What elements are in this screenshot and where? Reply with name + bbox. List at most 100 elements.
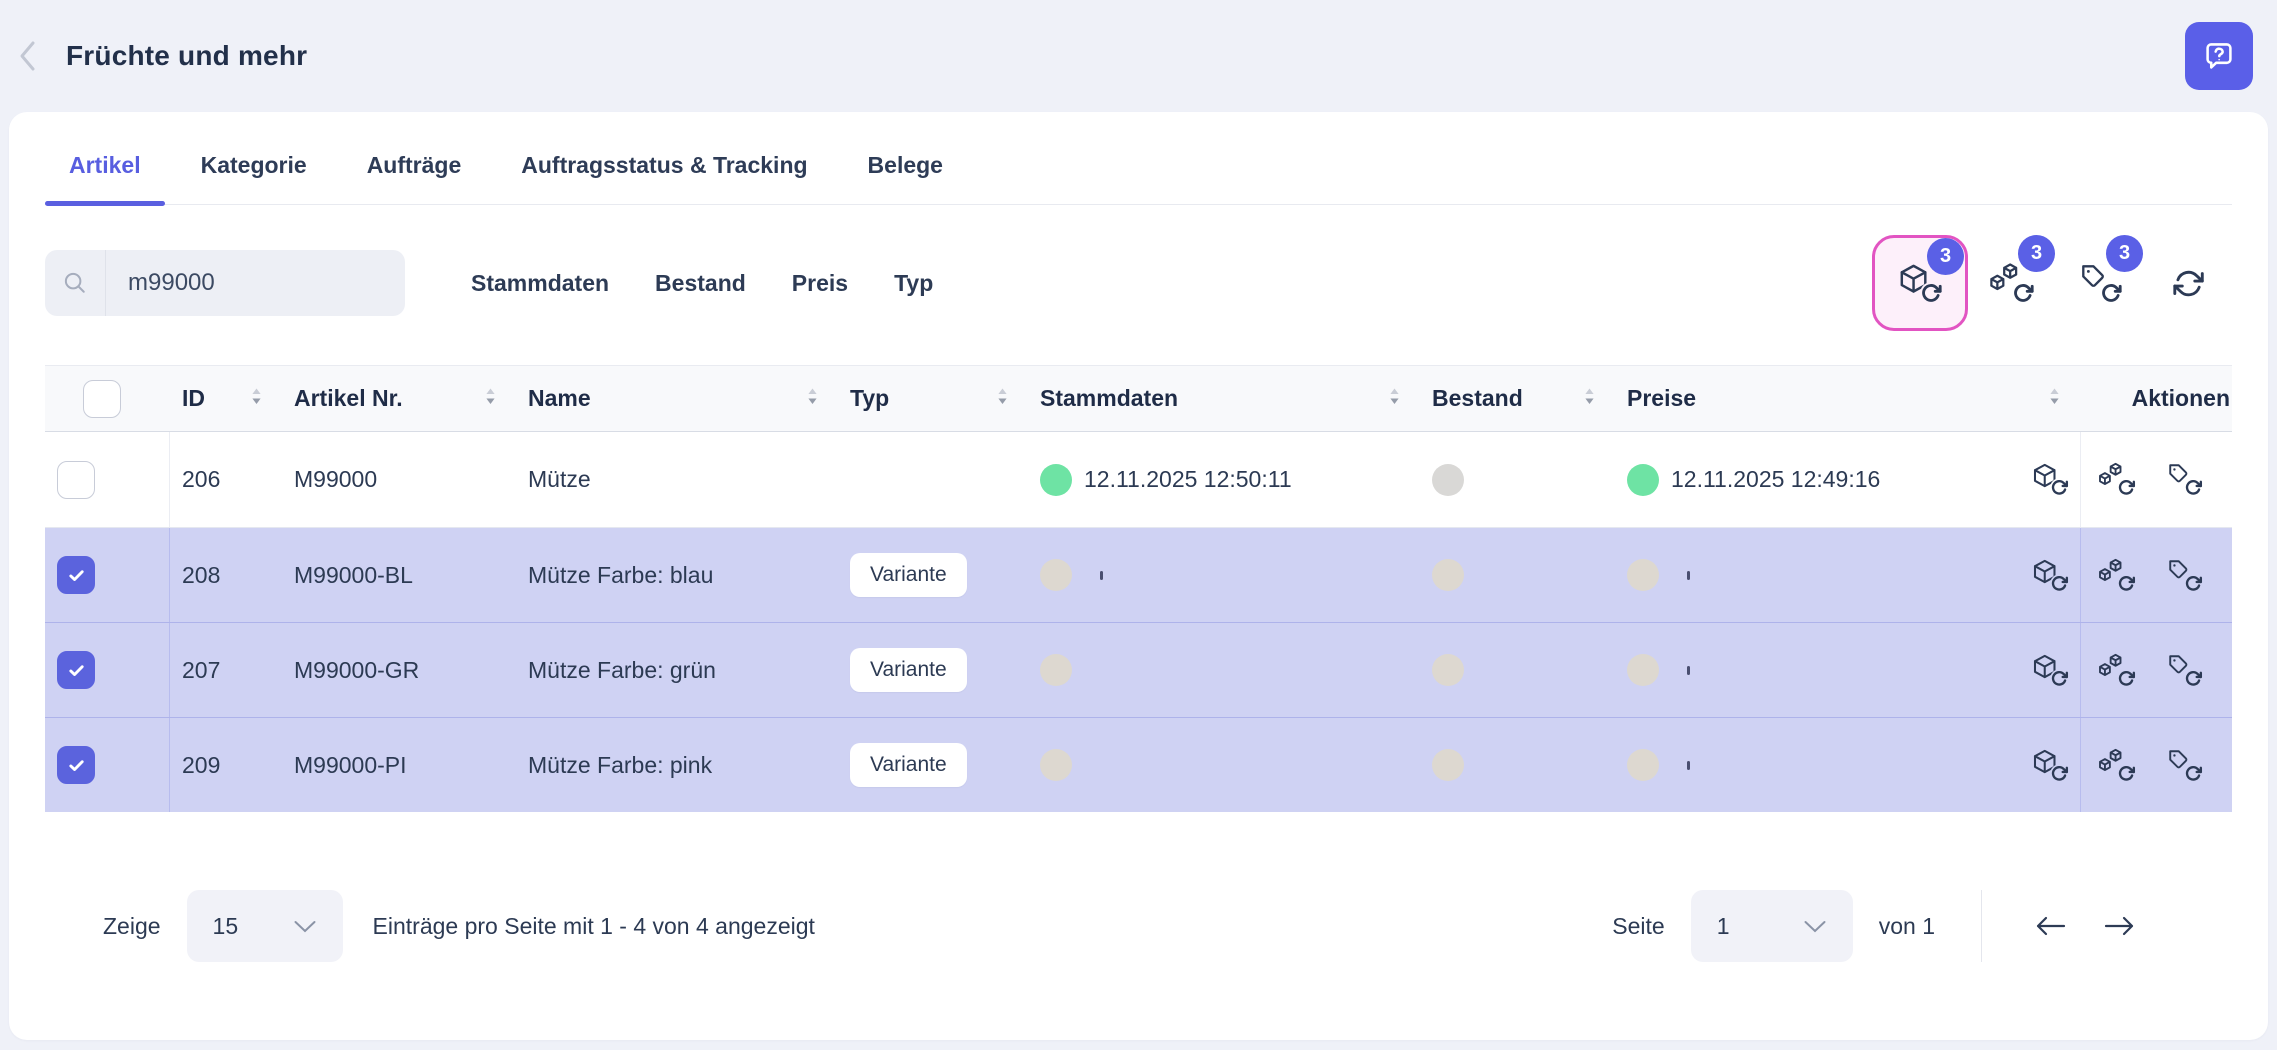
filter-typ[interactable]: Typ: [894, 270, 933, 297]
page-title: Früchte und mehr: [66, 40, 307, 72]
table-row[interactable]: 208 M99000-BL Mütze Farbe: blau Variante: [45, 527, 2232, 622]
cell-id: 208: [170, 528, 282, 622]
column-header-preise: Preise: [1627, 385, 1696, 412]
footer-divider: [1981, 890, 1982, 962]
previous-page-button[interactable]: [2028, 909, 2072, 943]
total-pages-label: von 1: [1879, 913, 1935, 940]
article-sync-badge: 3: [1927, 238, 1964, 275]
status-dot: [1040, 464, 1072, 496]
row-checkbox[interactable]: [57, 651, 95, 689]
price-sync-icon[interactable]: [2165, 651, 2204, 690]
refresh-button[interactable]: [2144, 235, 2232, 331]
row-checkbox[interactable]: [57, 556, 95, 594]
price-sync-icon[interactable]: [2165, 460, 2204, 499]
tick-mark: [1687, 761, 1690, 770]
cell-bestand: [1420, 432, 1615, 527]
sort-icon[interactable]: [1387, 385, 1402, 412]
sort-icon[interactable]: [2047, 385, 2062, 412]
zeige-label: Zeige: [103, 913, 161, 940]
status-dot: [1040, 559, 1072, 591]
column-header-bestand: Bestand: [1432, 385, 1523, 412]
tick-mark: [1100, 571, 1103, 580]
help-button[interactable]: [2185, 22, 2253, 90]
status-dot: [1432, 559, 1464, 591]
tab-belege[interactable]: Belege: [844, 126, 967, 205]
table-row[interactable]: 209 M99000-PI Mütze Farbe: pink Variante: [45, 717, 2232, 812]
article-sync-icon[interactable]: [2031, 460, 2070, 499]
cell-preise: [1615, 528, 2080, 622]
filter-bestand[interactable]: Bestand: [655, 270, 746, 297]
status-dot: [1627, 654, 1659, 686]
page-size-value: 15: [213, 913, 239, 940]
sort-icon[interactable]: [249, 385, 264, 412]
cell-preise: [1615, 623, 2080, 717]
status-dot: [1432, 654, 1464, 686]
cell-stammdaten: [1028, 528, 1420, 622]
price-sync-icon[interactable]: [2165, 556, 2204, 595]
variante-badge: Variante: [850, 743, 967, 787]
tab-artikel[interactable]: Artikel: [45, 126, 165, 205]
chevron-left-icon: [14, 36, 40, 76]
column-header-id: ID: [182, 385, 205, 412]
cell-bestand: [1420, 623, 1615, 717]
cell-name: Mütze Farbe: pink: [516, 718, 838, 812]
stock-sync-icon[interactable]: [2098, 746, 2137, 785]
stock-sync-button[interactable]: 3: [1968, 235, 2056, 331]
cell-id: 206: [170, 432, 282, 527]
status-dot: [1627, 464, 1659, 496]
article-table: ID Artikel Nr. Name Typ Stammdaten Besta…: [45, 365, 2232, 812]
status-dot: [1627, 559, 1659, 591]
next-page-button[interactable]: [2098, 909, 2142, 943]
table-row[interactable]: 207 M99000-GR Mütze Farbe: grün Variante: [45, 622, 2232, 717]
status-dot: [1040, 654, 1072, 686]
sort-icon[interactable]: [1582, 385, 1597, 412]
stock-sync-icon[interactable]: [2098, 460, 2137, 499]
cell-name: Mütze: [516, 432, 838, 527]
page-size-select[interactable]: 15: [187, 890, 343, 962]
preise-timestamp: 12.11.2025 12:49:16: [1671, 466, 1880, 493]
status-dot: [1040, 749, 1072, 781]
sort-icon[interactable]: [805, 385, 820, 412]
page-number-select[interactable]: 1: [1691, 890, 1853, 962]
search-box[interactable]: [45, 250, 405, 316]
tab-auftr-ge[interactable]: Aufträge: [343, 126, 486, 205]
article-sync-icon[interactable]: [2031, 746, 2070, 785]
cell-bestand: [1420, 718, 1615, 812]
select-all-checkbox[interactable]: [83, 380, 121, 418]
row-checkbox[interactable]: [57, 746, 95, 784]
article-sync-button[interactable]: 3: [1872, 235, 1968, 331]
column-header-typ: Typ: [850, 385, 889, 412]
cell-name: Mütze Farbe: blau: [516, 528, 838, 622]
toolbar: Stammdaten Bestand Preis Typ 3: [45, 235, 2232, 331]
sort-icon[interactable]: [483, 385, 498, 412]
filter-stammdaten[interactable]: Stammdaten: [471, 270, 609, 297]
cell-aktionen: [2080, 718, 2232, 812]
row-checkbox[interactable]: [57, 461, 95, 499]
page: Früchte und mehr ArtikelKategorieAufträg…: [0, 0, 2277, 1040]
status-dot: [1432, 464, 1464, 496]
tab-kategorie[interactable]: Kategorie: [177, 126, 331, 205]
stock-sync-icon[interactable]: [2098, 651, 2137, 690]
table-footer: Zeige 15 Einträge pro Seite mit 1 - 4 vo…: [45, 812, 2232, 1040]
sort-icon[interactable]: [995, 385, 1010, 412]
article-sync-icon[interactable]: [2031, 651, 2070, 690]
chevron-down-icon: [293, 920, 317, 933]
column-header-stammdaten: Stammdaten: [1040, 385, 1178, 412]
cell-bestand: [1420, 528, 1615, 622]
back-button[interactable]: [10, 34, 44, 78]
cell-id: 209: [170, 718, 282, 812]
cell-id: 207: [170, 623, 282, 717]
article-sync-icon[interactable]: [2031, 556, 2070, 595]
filter-preis[interactable]: Preis: [792, 270, 848, 297]
stock-sync-badge: 3: [2018, 235, 2055, 272]
status-dot: [1627, 749, 1659, 781]
cell-artikel-nr: M99000: [282, 432, 516, 527]
price-sync-icon[interactable]: [2165, 746, 2204, 785]
price-sync-button[interactable]: 3: [2056, 235, 2144, 331]
stock-sync-icon[interactable]: [2098, 556, 2137, 595]
search-input[interactable]: [106, 269, 405, 297]
tab-auftragsstatus-tracking[interactable]: Auftragsstatus & Tracking: [497, 126, 831, 205]
cell-aktionen: [2080, 432, 2232, 527]
table-row[interactable]: 206 M99000 Mütze 12.11.2025 12:50:11 12.…: [45, 432, 2232, 527]
variante-badge: Variante: [850, 648, 967, 692]
